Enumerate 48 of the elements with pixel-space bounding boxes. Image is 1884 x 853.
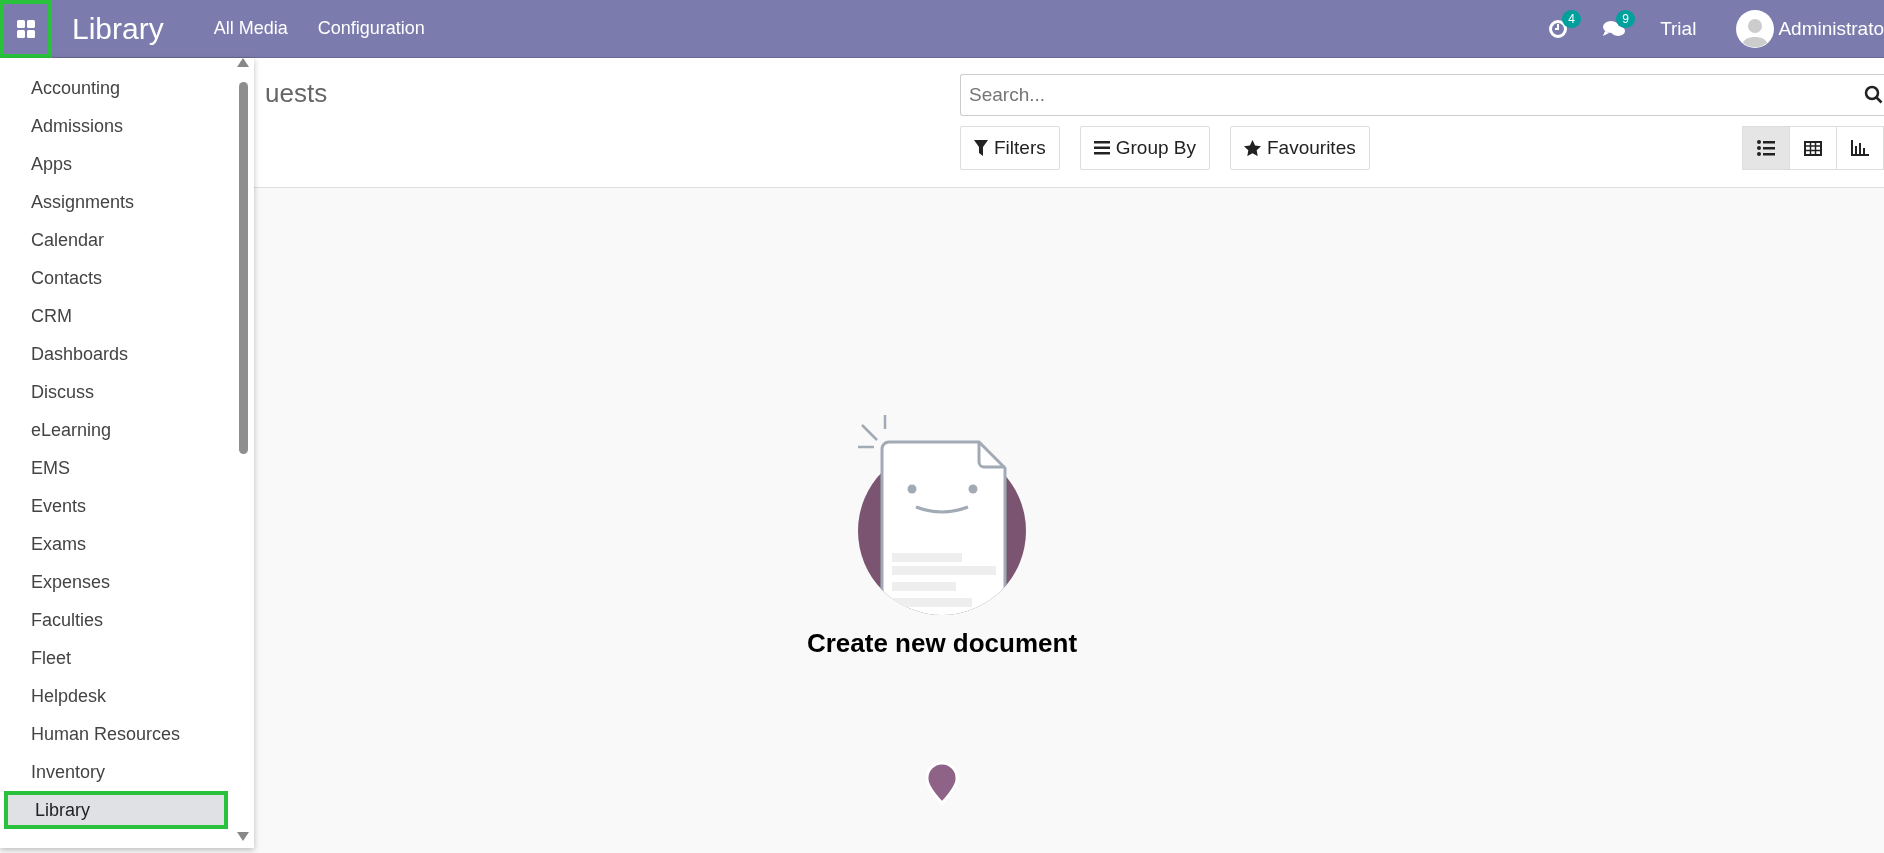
graph-view-button[interactable] <box>1836 126 1884 170</box>
app-menu-item[interactable]: Events <box>0 487 232 525</box>
filter-icon <box>974 140 988 156</box>
list-icon <box>1757 140 1775 156</box>
grid-view-button[interactable] <box>1789 126 1837 170</box>
app-menu-item[interactable]: Exams <box>0 525 232 563</box>
activity-count-badge: 4 <box>1562 9 1581 28</box>
nav-menu-link[interactable]: Configuration <box>317 18 425 39</box>
search-field[interactable]: Search... <box>960 74 1884 116</box>
favourite-button[interactable]: Favourites <box>1230 126 1370 170</box>
app-menu-item[interactable]: EMS <box>0 449 232 487</box>
empty-state-title: Create new document <box>806 628 1078 659</box>
breadcrumb-title: uests <box>265 78 328 108</box>
nav-menu-link[interactable]: All Media <box>213 18 288 39</box>
star-icon <box>1244 140 1261 156</box>
app-menu-item[interactable]: Calendar <box>0 221 232 259</box>
group-button[interactable]: Group By <box>1079 126 1210 170</box>
search-icon <box>1864 85 1884 105</box>
app-menu-item[interactable]: Inventory <box>0 753 232 791</box>
trial-label: Trial <box>1660 17 1697 40</box>
app-menu-item[interactable]: Faculties <box>0 601 232 639</box>
pin-icon <box>924 759 960 805</box>
app-menu-item[interactable]: Contacts <box>0 259 232 297</box>
app-menu-item[interactable]: Discuss <box>0 373 232 411</box>
app-menu-item[interactable]: Apps <box>0 145 232 183</box>
app-menu-item[interactable]: Helpdesk <box>0 677 232 715</box>
user-name[interactable]: Administrato <box>1778 17 1884 40</box>
app-menu-item[interactable]: Library <box>4 791 228 829</box>
list-view-button[interactable] <box>1742 126 1790 170</box>
app-menu-item[interactable]: Expenses <box>0 563 232 601</box>
app-menu-item[interactable]: Dashboards <box>0 335 232 373</box>
app-title: Library <box>72 11 164 46</box>
app-menu-item[interactable]: Accounting <box>0 69 232 107</box>
app-menu-item[interactable]: CRM <box>0 297 232 335</box>
app-menu-item[interactable]: Human Resources <box>0 715 232 753</box>
message-count-badge: 9 <box>1616 9 1635 28</box>
bar-chart-icon <box>1851 140 1869 156</box>
app-menu-item[interactable]: Admissions <box>0 107 232 145</box>
clock-icon[interactable] <box>1548 18 1569 39</box>
app-menu-item[interactable]: eLearning <box>0 411 232 449</box>
app-switcher-button[interactable] <box>0 0 52 58</box>
avatar-icon[interactable] <box>1736 9 1775 48</box>
filter-button[interactable]: Filters <box>960 126 1060 170</box>
menu-icon <box>1093 141 1110 155</box>
table-icon <box>1804 140 1822 156</box>
app-menu-item[interactable]: Assignments <box>0 183 232 221</box>
app-menu-item[interactable]: Fleet <box>0 639 232 677</box>
grid-icon <box>17 19 35 38</box>
